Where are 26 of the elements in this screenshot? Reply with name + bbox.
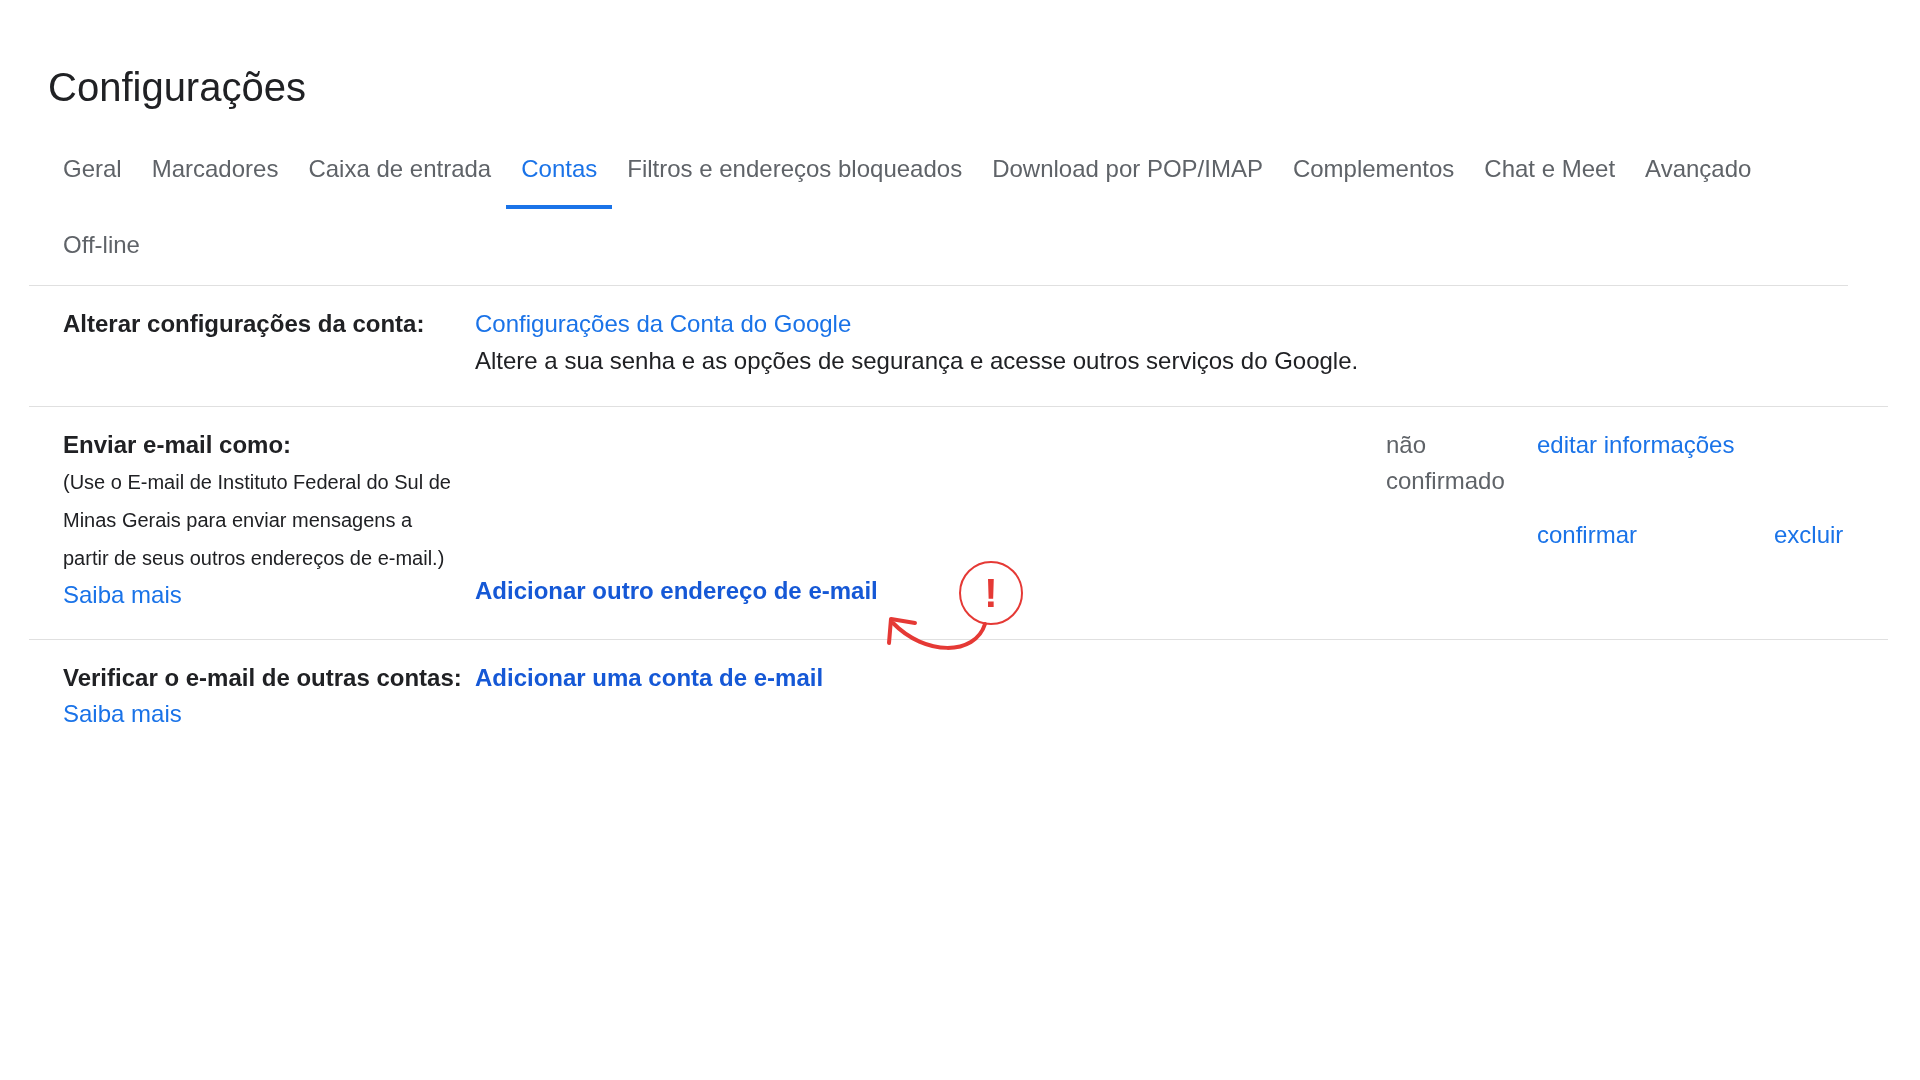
learn-more-link[interactable]: Saiba mais	[63, 696, 182, 732]
alert-annotation-drawing: !	[885, 561, 1025, 661]
settings-tab[interactable]: Contas	[506, 133, 613, 209]
settings-tab[interactable]: Download por POP/IMAP	[977, 133, 1278, 209]
setting-description: (Use o E-mail de Instituto Federal do Sul de Minas Gerais para enviar mensagens a partir de seus outros endereços de e-mail.)	[63, 470, 452, 571]
settings-tab[interactable]: Avançado	[1630, 133, 1767, 209]
settings-tab[interactable]: Geral	[48, 133, 137, 209]
settings-tab[interactable]: Off-line	[48, 209, 155, 285]
setting-description: Altere a sua senha e as opções de segurança e acesse outros serviços do Google.	[475, 346, 1359, 376]
status-text: não confirmado	[1386, 430, 1506, 496]
add-address-link[interactable]: Adicionar outro endereço de e-mail	[475, 577, 878, 604]
setting-label: Enviar e-mail como:	[63, 430, 292, 460]
confirm-link[interactable]: confirmar	[1537, 517, 1774, 553]
page-title: Configurações	[48, 64, 307, 111]
settings-tab[interactable]: Marcadores	[136, 133, 294, 209]
setting-label: Alterar configurações da conta:	[63, 309, 425, 339]
delete-link[interactable]: excluir	[1774, 517, 1888, 553]
setting-label: Verificar o e-mail de outras contas:	[63, 663, 462, 693]
settings-tab[interactable]: Complementos	[1277, 133, 1470, 209]
settings-tab[interactable]: Filtros e endereços bloqueados	[612, 133, 978, 209]
add-account-link[interactable]: Adicionar uma conta de e-mail	[475, 660, 824, 696]
google-account-link[interactable]: Configurações da Conta do Google	[475, 306, 852, 342]
learn-more-link[interactable]: Saiba mais	[63, 577, 182, 613]
settings-tab[interactable]: Chat e Meet	[1469, 133, 1631, 209]
edit-info-link[interactable]: editar informações	[1537, 427, 1774, 499]
settings-tab[interactable]: Caixa de entrada	[293, 133, 507, 209]
